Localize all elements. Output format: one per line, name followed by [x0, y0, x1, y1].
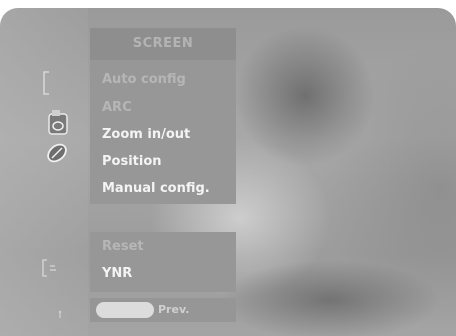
icon-column	[0, 8, 88, 336]
menu-item-auto-config[interactable]: Auto config	[102, 72, 186, 87]
prev-bar: Prev.	[90, 298, 236, 322]
menu-item-arc[interactable]: ARC	[102, 100, 132, 115]
prev-label: Prev.	[158, 303, 190, 316]
prev-button[interactable]	[96, 302, 154, 318]
screen-icon[interactable]	[47, 108, 69, 140]
menu-panel-secondary: Reset YNR	[90, 232, 236, 292]
menu-title-bar: SCREEN	[90, 28, 236, 60]
menu-item-manual-config[interactable]: Manual config.	[102, 181, 210, 196]
input-icon[interactable]	[40, 258, 62, 282]
menu-item-ynr[interactable]: YNR	[102, 266, 132, 281]
menu-panel: Auto config ARC Zoom in/out Position Man…	[90, 60, 236, 204]
menu-title: SCREEN	[132, 36, 194, 51]
osd-screen: SCREEN Auto config ARC Zoom in/out Posit…	[0, 8, 456, 336]
bracket-icon[interactable]	[40, 70, 52, 100]
menu-item-zoom[interactable]: Zoom in/out	[102, 127, 190, 142]
dot-icon	[56, 305, 64, 324]
menu-item-reset[interactable]: Reset	[102, 239, 144, 254]
leaf-icon[interactable]	[44, 140, 70, 170]
menu-item-position[interactable]: Position	[102, 154, 162, 169]
